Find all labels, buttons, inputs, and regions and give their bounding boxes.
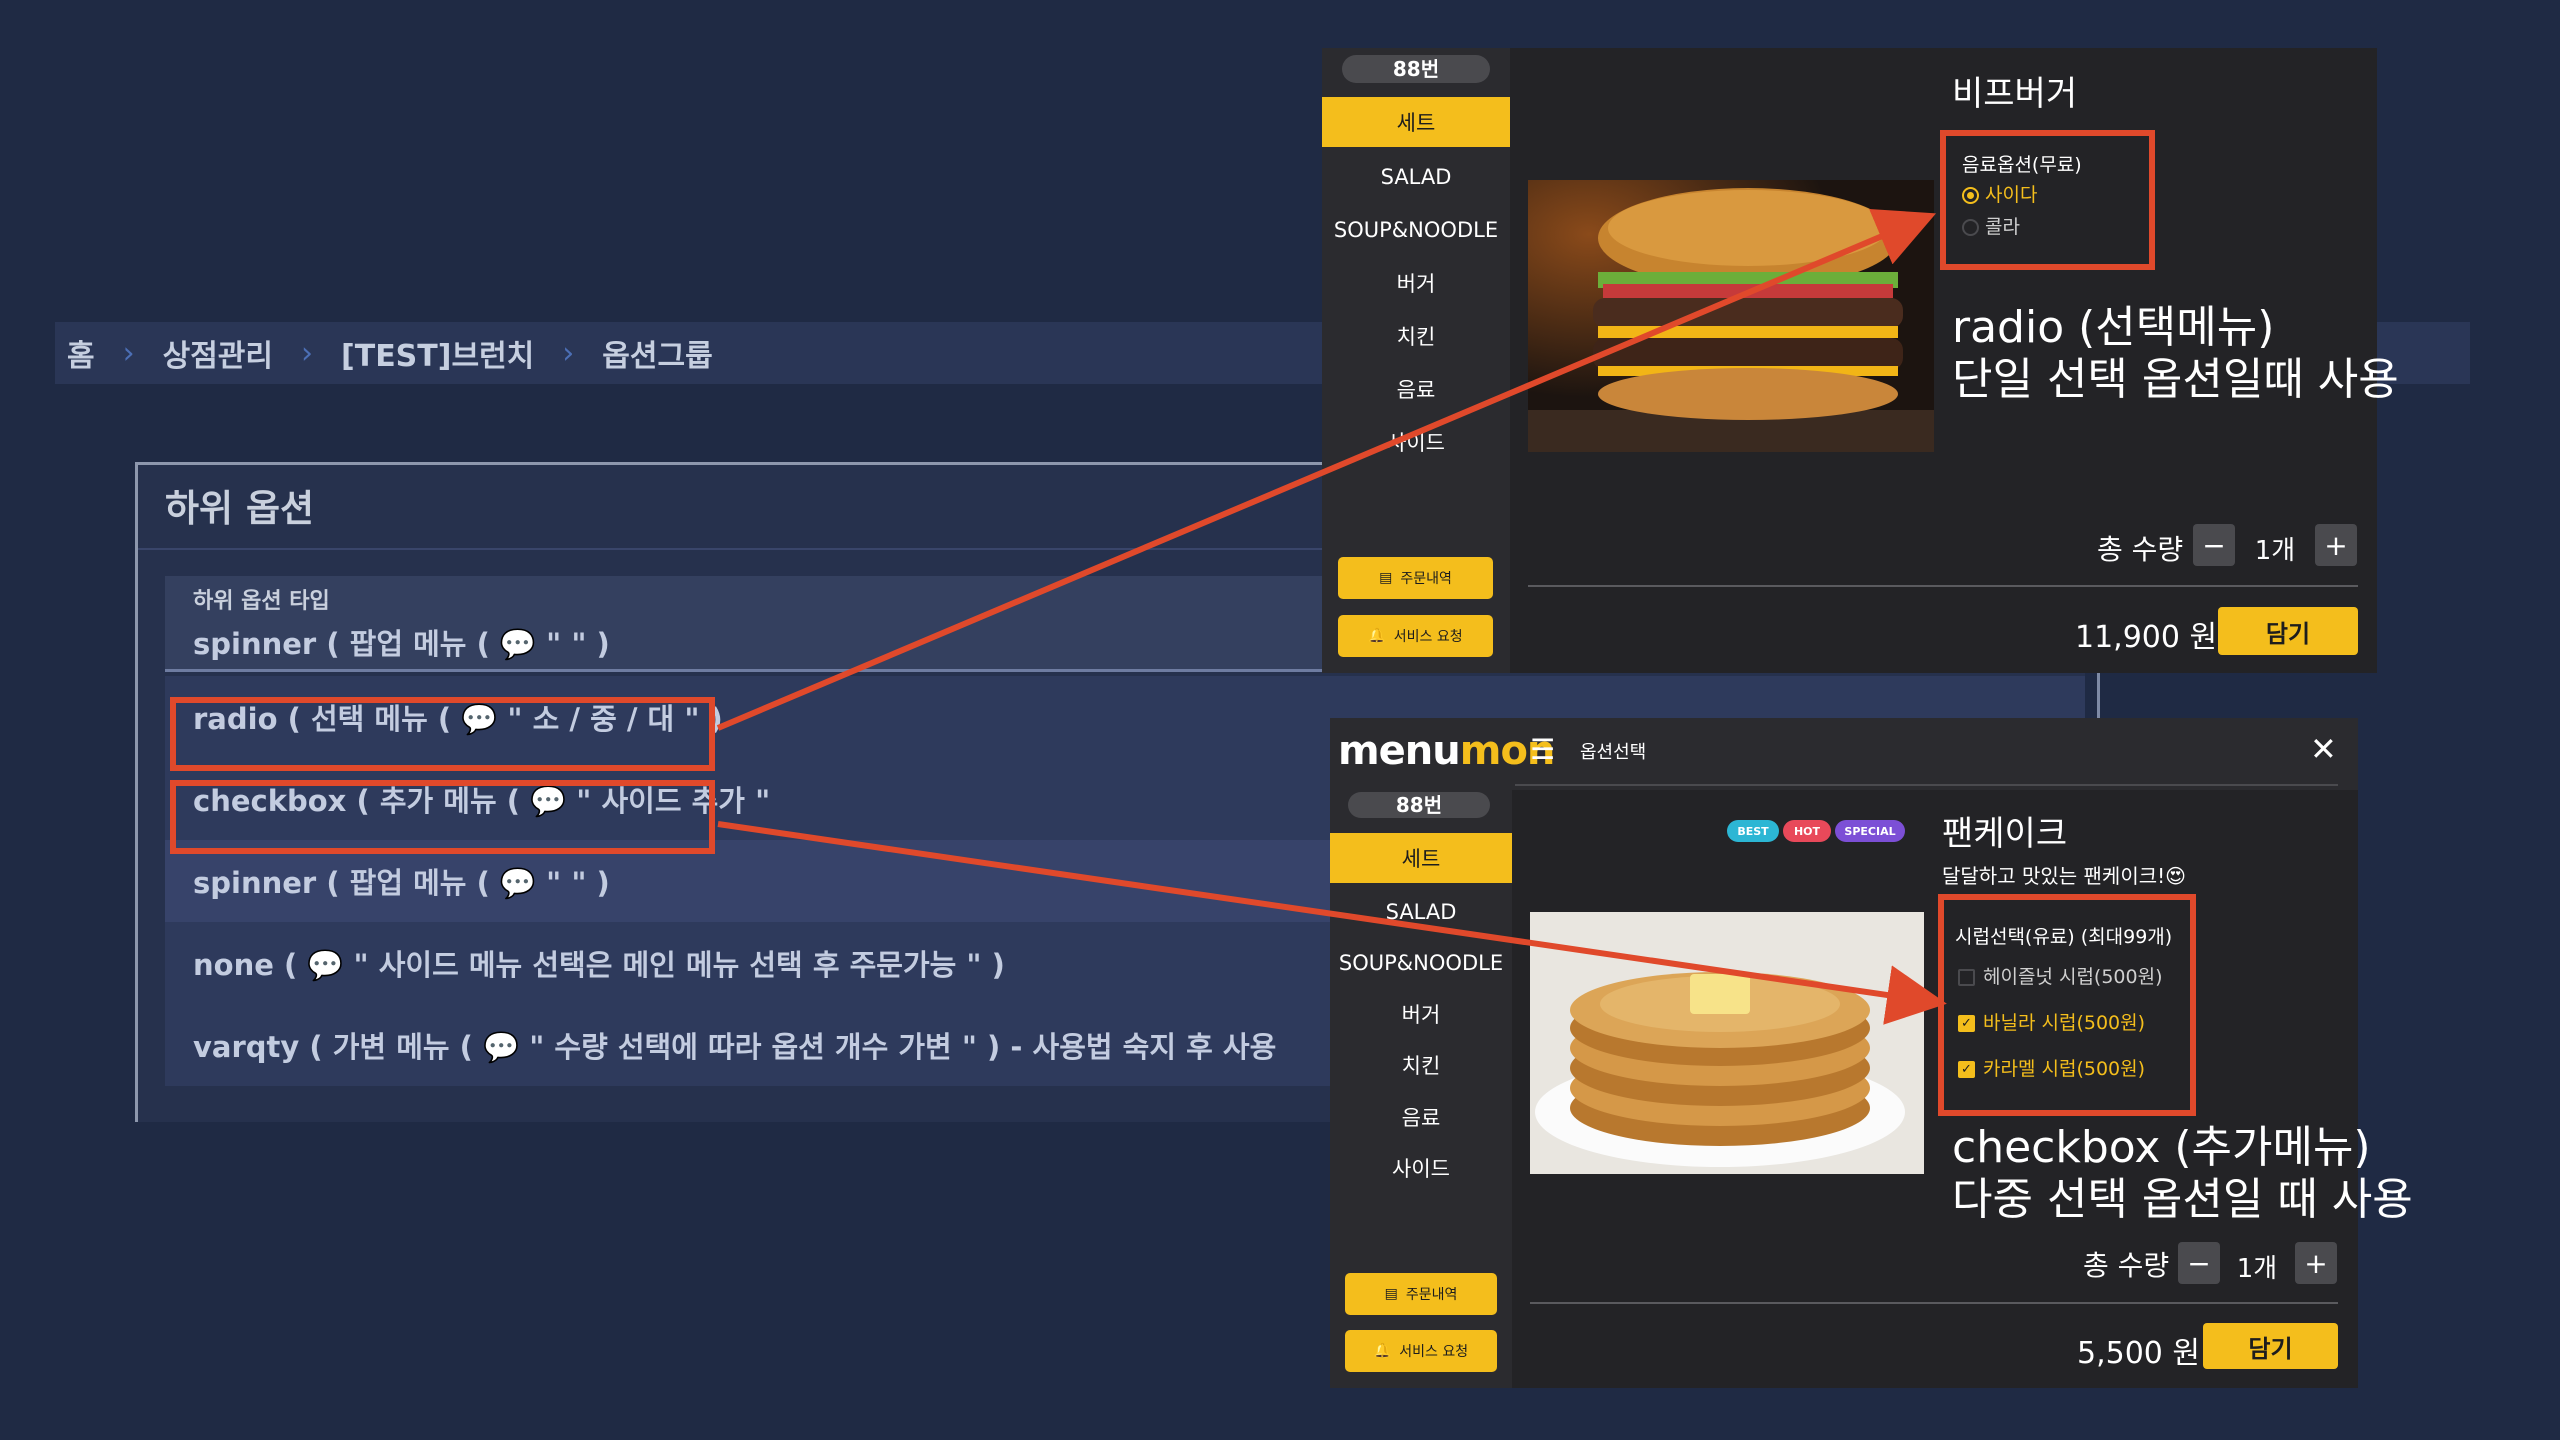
menumon-logo: menumon — [1338, 728, 1555, 774]
category-set[interactable]: 세트 — [1322, 97, 1510, 147]
checkbox-option-caramel[interactable]: ✓ 카라멜 시럽(500원) — [1958, 1054, 2145, 1081]
sub-option-type-value: spinner ( 팝업 메뉴 ( 💬 " " ) — [193, 626, 610, 661]
radio-option-cider[interactable]: 사이다 — [1962, 180, 2037, 207]
option-group-title: 음료옵션(무료) — [1962, 154, 2082, 176]
category-drink[interactable]: 음료 — [1330, 1093, 1512, 1141]
receipt-icon: ▤ — [1384, 1286, 1398, 1302]
category-set[interactable]: 세트 — [1330, 833, 1512, 883]
total-qty-label: 총 수량 — [2083, 1249, 2170, 1282]
qty-value: 1개 — [2254, 536, 2296, 566]
checkbox-option-caramel-label: 카라멜 시럽(500원) — [1983, 1058, 2146, 1080]
radio-option-cola[interactable]: 콜라 — [1962, 212, 2020, 239]
total-price: 5,500 원 — [2077, 1336, 2201, 1371]
total-price: 11,900 원 — [2075, 620, 2218, 655]
breadcrumb-store[interactable]: 상점관리 — [163, 331, 273, 375]
option-group-title: 시럽선택(유료) (최대99개) — [1955, 926, 2173, 948]
bell-icon: 🔔 — [1373, 1343, 1392, 1359]
item-name: 팬케이크 — [1942, 814, 2068, 854]
plus-icon: + — [2324, 528, 2348, 562]
order-history-button[interactable]: ▤ 주문내역 — [1345, 1273, 1497, 1315]
chevron-right-icon: › — [562, 335, 575, 371]
radio-annotation-desc: 단일 선택 옵션일때 사용 — [1952, 354, 2399, 405]
close-icon[interactable]: ✕ — [2310, 730, 2337, 768]
divider — [1515, 784, 2338, 786]
breadcrumb-option-group[interactable]: 옵션그룹 — [602, 331, 712, 375]
radio-annotation-title: radio (선택메뉴) — [1952, 302, 2275, 353]
minus-icon: − — [2202, 528, 2226, 562]
breadcrumb-home[interactable]: 홈 — [67, 331, 95, 375]
best-badge: BEST — [1727, 820, 1779, 842]
menu-list-icon[interactable]: ☰ — [1530, 733, 1555, 766]
item-description: 달달하고 맛있는 팬케이크!😍 — [1942, 864, 2186, 888]
radio-unchecked-icon — [1962, 219, 1979, 236]
radio-checked-icon — [1962, 187, 1979, 204]
add-to-cart-button[interactable]: 담기 — [2203, 1323, 2338, 1369]
service-request-label: 서비스 요청 — [1399, 1344, 1469, 1360]
best-badge-label: BEST — [1737, 824, 1769, 838]
breadcrumb-branch[interactable]: [TEST]브런치 — [341, 331, 534, 375]
order-history-label: 주문내역 — [1400, 571, 1452, 587]
special-badge-label: SPECIAL — [1844, 824, 1896, 838]
add-to-cart-button[interactable]: 담기 — [2218, 607, 2358, 655]
receipt-icon: ▤ — [1379, 570, 1393, 586]
divider — [1530, 1302, 2338, 1304]
burger-image — [1528, 180, 1934, 452]
service-request-button[interactable]: 🔔 서비스 요청 — [1345, 1330, 1497, 1372]
logo-text-menu: menu — [1338, 728, 1461, 774]
minus-icon: − — [2187, 1246, 2211, 1280]
category-salad[interactable]: SALAD — [1330, 888, 1512, 936]
hot-badge-label: HOT — [1793, 824, 1821, 838]
special-badge: SPECIAL — [1835, 820, 1905, 842]
sub-options-title: 하위 옵션 — [165, 487, 315, 530]
checkbox-option-hazelnut[interactable]: 헤이즐넛 시럽(500원) — [1958, 962, 2163, 989]
hot-badge: HOT — [1783, 820, 1831, 842]
category-side[interactable]: 사이드 — [1322, 418, 1510, 466]
divider — [1528, 585, 2358, 587]
qty-decrease-button[interactable]: − — [2193, 524, 2235, 566]
chevron-right-icon: › — [301, 335, 314, 371]
plus-icon: + — [2304, 1246, 2328, 1280]
category-soup-noodle[interactable]: SOUP&NOODLE — [1330, 939, 1512, 987]
category-soup-noodle[interactable]: SOUP&NOODLE — [1322, 206, 1510, 254]
service-request-button[interactable]: 🔔 서비스 요청 — [1338, 615, 1493, 657]
table-number-badge: 88번 — [1348, 792, 1490, 818]
checkbox-highlight-box — [170, 780, 715, 854]
service-request-label: 서비스 요청 — [1393, 629, 1463, 645]
total-qty-label: 총 수량 — [2097, 533, 2184, 566]
qty-increase-button[interactable]: + — [2315, 524, 2357, 566]
category-side[interactable]: 사이드 — [1330, 1144, 1512, 1192]
radio-highlight-box — [170, 697, 715, 771]
checkbox-checked-icon: ✓ — [1958, 1061, 1975, 1078]
category-chicken[interactable]: 치킨 — [1322, 312, 1510, 360]
checkbox-annotation: checkbox (추가메뉴) 다중 선택 옵션일 때 사용 — [1952, 1122, 2413, 1226]
pancake-image — [1530, 912, 1924, 1174]
checkbox-option-vanilla[interactable]: ✓ 바닐라 시럽(500원) — [1958, 1008, 2145, 1035]
checkbox-checked-icon: ✓ — [1958, 1015, 1975, 1032]
bell-icon: 🔔 — [1368, 628, 1386, 644]
radio-option-cider-label: 사이다 — [1985, 184, 2038, 206]
category-burger[interactable]: 버거 — [1330, 990, 1512, 1038]
checkbox-annotation-desc: 다중 선택 옵션일 때 사용 — [1952, 1174, 2413, 1225]
checkbox-annotation-title: checkbox (추가메뉴) — [1952, 1122, 2371, 1173]
sub-option-type-label: 하위 옵션 타입 — [193, 588, 330, 614]
order-history-label: 주문내역 — [1405, 1287, 1458, 1303]
checkbox-option-hazelnut-label: 헤이즐넛 시럽(500원) — [1983, 966, 2163, 988]
header-title: 옵션선택 — [1580, 742, 1647, 763]
checkbox-option-vanilla-label: 바닐라 시럽(500원) — [1983, 1012, 2146, 1034]
chevron-right-icon: › — [122, 335, 135, 371]
checkbox-unchecked-icon — [1958, 969, 1975, 986]
order-history-button[interactable]: ▤ 주문내역 — [1338, 557, 1493, 599]
category-salad[interactable]: SALAD — [1322, 153, 1510, 201]
item-name: 비프버거 — [1952, 74, 2078, 114]
category-chicken[interactable]: 치킨 — [1330, 1041, 1512, 1089]
category-burger[interactable]: 버거 — [1322, 259, 1510, 307]
qty-decrease-button[interactable]: − — [2178, 1242, 2220, 1284]
table-number-badge: 88번 — [1342, 55, 1490, 83]
radio-option-cola-label: 콜라 — [1985, 216, 2020, 238]
qty-increase-button[interactable]: + — [2295, 1242, 2337, 1284]
category-drink[interactable]: 음료 — [1322, 365, 1510, 413]
radio-annotation: radio (선택메뉴) 단일 선택 옵션일때 사용 — [1952, 302, 2399, 406]
qty-value: 1개 — [2236, 1254, 2278, 1284]
